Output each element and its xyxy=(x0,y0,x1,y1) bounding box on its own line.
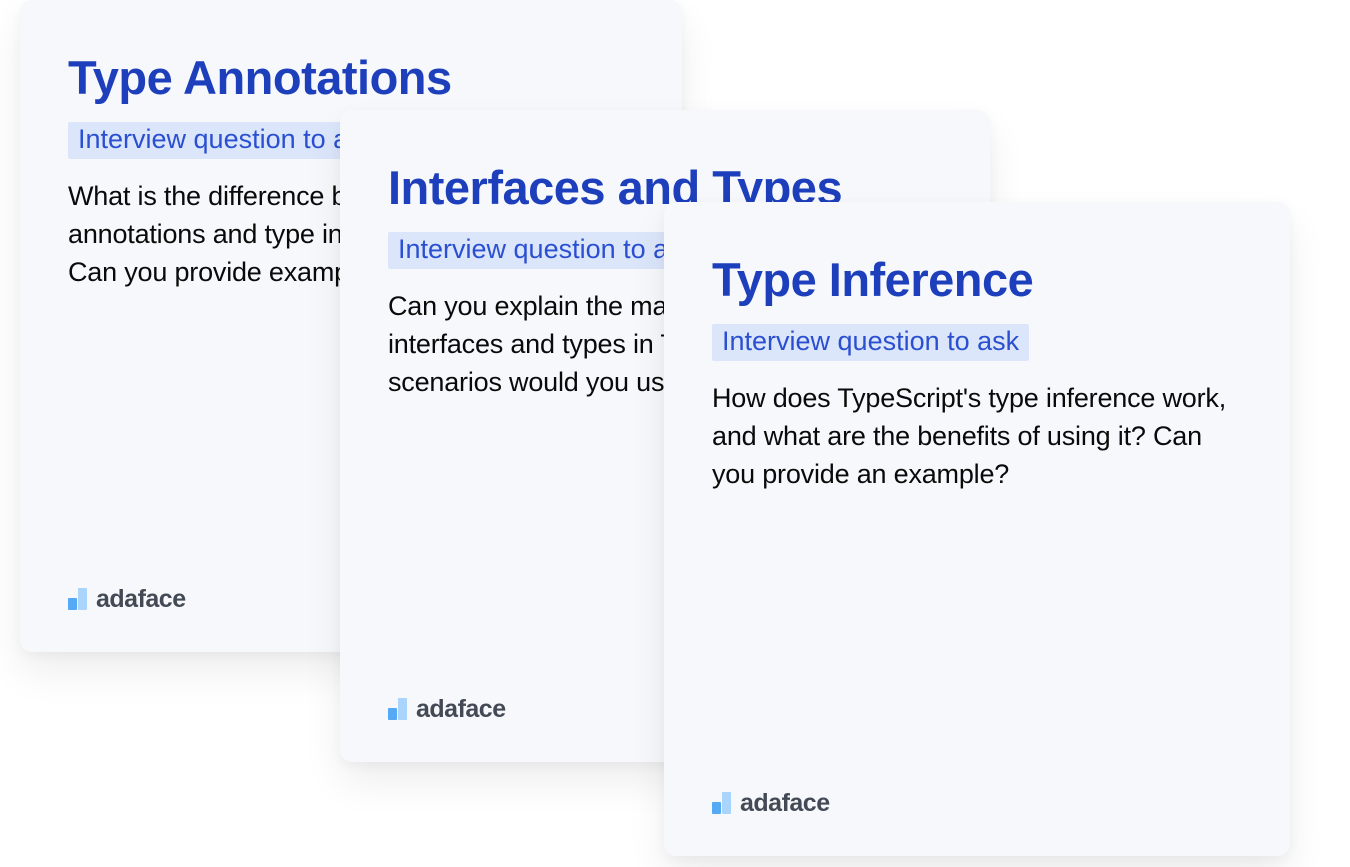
card-title: Type Inference xyxy=(712,254,1242,306)
interview-card-inference: Type Inference Interview question to ask… xyxy=(664,202,1290,856)
adaface-icon xyxy=(388,698,407,720)
brand-text: adaface xyxy=(96,587,186,612)
brand-text: adaface xyxy=(740,791,830,816)
brand-text: adaface xyxy=(416,697,506,722)
card-body: How does TypeScript's type inference wor… xyxy=(712,379,1242,494)
adaface-icon xyxy=(68,588,87,610)
brand-logo: adaface xyxy=(388,697,506,720)
brand-logo: adaface xyxy=(712,791,830,814)
brand-logo: adaface xyxy=(68,587,186,610)
card-title: Type Annotations xyxy=(68,52,634,104)
card-tag: Interview question to ask xyxy=(68,122,385,159)
adaface-icon xyxy=(712,792,731,814)
card-tag: Interview question to ask xyxy=(712,324,1029,361)
card-tag: Interview question to ask xyxy=(388,232,705,269)
